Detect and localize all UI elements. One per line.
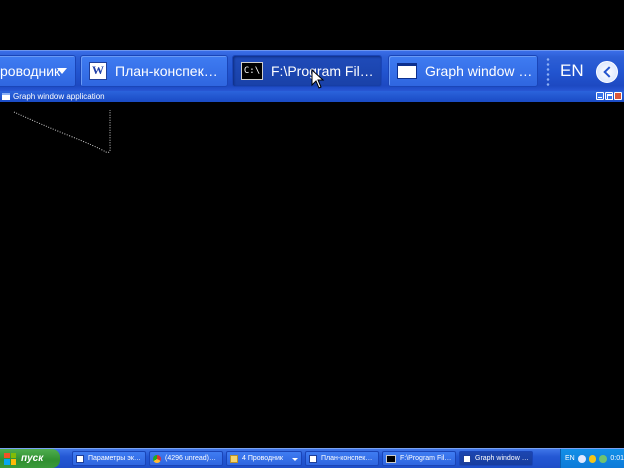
taskbar-button-label: F:\Program Fil… bbox=[400, 455, 452, 462]
window-icon bbox=[2, 93, 10, 100]
cmd-icon: C:\ bbox=[241, 62, 263, 80]
chrome-icon bbox=[153, 454, 161, 463]
show-hidden-icons-icon[interactable] bbox=[577, 454, 586, 463]
chevron-down-icon bbox=[292, 458, 298, 461]
folder-icon bbox=[230, 454, 238, 463]
chevron-down-icon[interactable] bbox=[57, 68, 67, 74]
close-button[interactable] bbox=[614, 92, 622, 100]
word-icon bbox=[309, 454, 317, 463]
taskbar-button-label: 4 Проводник bbox=[242, 455, 283, 462]
tray-app-icon[interactable] bbox=[588, 454, 597, 463]
graph-curve bbox=[13, 110, 111, 153]
taskbar-button-label: Graph window … bbox=[425, 63, 533, 79]
taskbar-button-graph-window[interactable]: Graph window … bbox=[388, 55, 538, 87]
taskbar-button-graph-window[interactable]: Graph window … bbox=[459, 451, 533, 466]
taskbar-button-label: План-конспек… bbox=[115, 63, 218, 79]
start-label: пуск bbox=[21, 453, 44, 464]
display-icon bbox=[76, 454, 84, 463]
window-icon bbox=[397, 63, 417, 79]
taskbar-button-label: роводник bbox=[0, 63, 61, 79]
minimize-button[interactable] bbox=[596, 92, 604, 100]
window-title: Graph window application bbox=[13, 92, 105, 101]
tray-network-icon[interactable] bbox=[599, 454, 608, 463]
system-tray: EN 0:01 bbox=[560, 449, 624, 468]
taskbar: пуск Параметры эк… (4296 unread)… 4 Пров… bbox=[0, 448, 624, 468]
cmd-icon bbox=[386, 454, 396, 463]
language-indicator[interactable]: EN bbox=[560, 61, 584, 81]
taskbar-button-explorer-group[interactable]: 4 Проводник bbox=[226, 451, 302, 466]
word-icon bbox=[89, 62, 107, 80]
clock[interactable]: 0:01 bbox=[610, 455, 624, 462]
taskbar-button-label: (4296 unread)… bbox=[165, 455, 216, 462]
show-hidden-icons-icon[interactable] bbox=[596, 61, 618, 83]
toolbar-grip[interactable] bbox=[546, 57, 550, 87]
taskbar-button-display-settings[interactable]: Параметры эк… bbox=[72, 451, 146, 466]
taskbar-button-word[interactable]: План-конспек… bbox=[80, 55, 228, 87]
language-indicator[interactable]: EN bbox=[565, 455, 575, 462]
graph-canvas[interactable] bbox=[0, 102, 624, 448]
taskbar-button-chrome[interactable]: (4296 unread)… bbox=[149, 451, 223, 466]
taskbar-button-explorer[interactable]: роводник bbox=[0, 55, 76, 87]
maximize-button[interactable] bbox=[605, 92, 613, 100]
taskbar-button-label: Параметры эк… bbox=[88, 455, 141, 462]
start-button[interactable]: пуск bbox=[0, 449, 60, 468]
taskbar-button-label: План-конспек… bbox=[321, 455, 373, 462]
window-title-bar[interactable]: Graph window application bbox=[0, 91, 624, 102]
taskbar-button-label: Graph window … bbox=[475, 455, 529, 462]
mouse-cursor-icon bbox=[311, 69, 325, 89]
taskbar-button-word[interactable]: План-конспек… bbox=[305, 451, 379, 466]
window-icon bbox=[463, 454, 471, 463]
windows-flag-icon bbox=[4, 452, 16, 465]
taskbar-button-cmd[interactable]: C:\ F:\Program Fil… bbox=[232, 55, 382, 87]
taskbar-button-cmd[interactable]: F:\Program Fil… bbox=[382, 451, 456, 466]
